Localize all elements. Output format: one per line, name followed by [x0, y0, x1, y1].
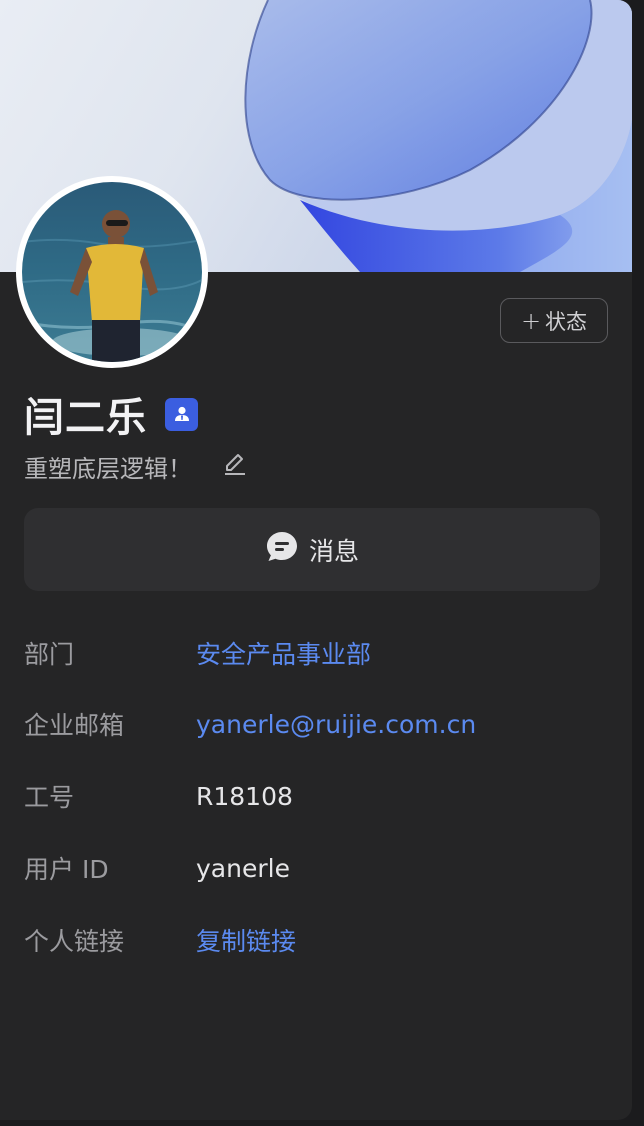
pencil-icon[interactable]: [222, 451, 248, 481]
employee-id-value: R18108: [196, 781, 293, 811]
message-button-label: 消息: [308, 536, 359, 566]
info-row-personal-link: 个人链接 复制链接: [24, 920, 604, 960]
department-link[interactable]: 安全产品事业部: [196, 635, 371, 671]
plus-icon: +: [520, 306, 542, 335]
user-name: 闫二乐: [24, 395, 147, 441]
add-status-button[interactable]: + 状态: [500, 298, 608, 343]
employee-id-label: 工号: [24, 783, 75, 812]
name-row: 闫二乐: [24, 388, 198, 441]
message-button[interactable]: 消息: [24, 508, 600, 591]
email-label: 企业邮箱: [24, 711, 125, 740]
user-id-value: yanerle: [196, 853, 290, 883]
info-row-department: 部门 安全产品事业部: [24, 633, 604, 673]
signature-row: 重塑底层逻辑！: [24, 446, 248, 486]
copy-link-button[interactable]: 复制链接: [196, 922, 296, 958]
profile-card: + 状态 闫二乐 重塑底层逻辑！ 消息 部门 安全产品事业部 企业邮箱 yane…: [0, 0, 632, 1120]
info-row-email: 企业邮箱 yanerle@ruijie.com.cn: [24, 704, 604, 744]
avatar[interactable]: [16, 176, 208, 368]
info-row-employee-id: 工号 R18108: [24, 776, 604, 816]
email-link[interactable]: yanerle@ruijie.com.cn: [196, 710, 476, 739]
status-button-label: 状态: [545, 309, 588, 334]
personal-link-label: 个人链接: [24, 927, 125, 956]
person-badge-icon: [165, 397, 198, 431]
user-id-label: 用户 ID: [24, 855, 109, 884]
avatar-photo: [22, 182, 202, 362]
chat-bubble-icon: [265, 530, 299, 570]
info-row-user-id: 用户 ID yanerle: [24, 848, 604, 888]
signature-text: 重塑底层逻辑！: [24, 454, 192, 483]
department-label: 部门: [24, 640, 75, 669]
